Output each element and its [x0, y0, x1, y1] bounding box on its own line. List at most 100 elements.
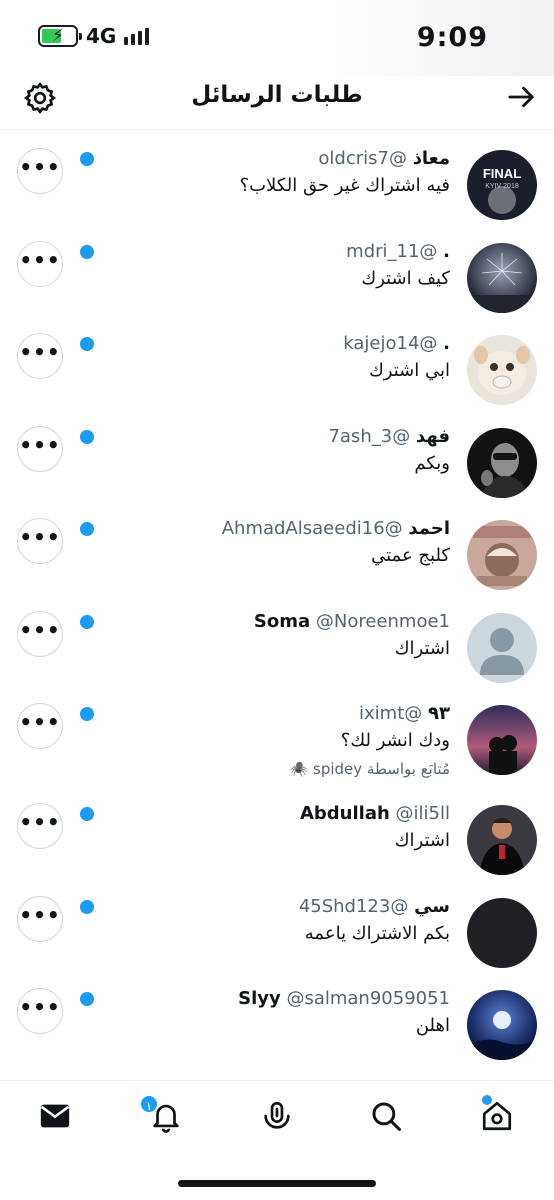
- request-row[interactable]: سي @45Shd123 بكم الاشتراك ياعمه •••: [0, 878, 554, 971]
- more-options-button[interactable]: •••: [17, 333, 63, 379]
- sender-name: .: [443, 333, 450, 354]
- request-row[interactable]: احمد @AhmadAlsaeedi16 كلبج عمتي •••: [0, 500, 554, 593]
- sender-name: Soma: [253, 610, 311, 632]
- status-time: 9:09: [416, 22, 488, 53]
- sender-line: احمد @AhmadAlsaeedi16: [222, 518, 450, 539]
- status-bar: ⚡ 4G 9:09: [0, 0, 554, 76]
- back-arrow-icon[interactable]: [506, 82, 536, 112]
- more-icon: •••: [19, 995, 61, 1019]
- avatar[interactable]: [467, 990, 537, 1060]
- search-icon[interactable]: [369, 1099, 403, 1133]
- svg-text:FINAL: FINAL: [483, 166, 521, 181]
- sender-handle: @iximt: [359, 703, 423, 724]
- more-options-button[interactable]: •••: [17, 988, 63, 1034]
- more-options-button[interactable]: •••: [17, 518, 63, 564]
- message-preview: اشتراك: [394, 830, 450, 851]
- message-preview: اهلن: [415, 1015, 450, 1036]
- sender-name: .: [443, 240, 450, 262]
- sender-handle: @ili5ll: [395, 803, 450, 824]
- message-preview: ابي اشترك: [368, 360, 450, 381]
- avatar[interactable]: [467, 242, 537, 313]
- unread-dot: [80, 152, 94, 166]
- sender-handle: @7ash_3: [328, 425, 411, 447]
- unread-dot: [80, 707, 94, 721]
- unread-dot: [80, 244, 94, 259]
- unread-dot: [80, 522, 94, 536]
- unread-dot: [80, 807, 94, 821]
- sender-line: فهد @7ash_3: [328, 426, 450, 447]
- page-title: طلبات الرسائل: [191, 82, 363, 108]
- sender-name: فهد: [415, 425, 450, 447]
- home-indicator: [178, 1180, 376, 1187]
- sender-handle: @Noreenmoe1: [315, 610, 450, 632]
- more-icon: •••: [19, 525, 61, 549]
- more-options-button[interactable]: •••: [17, 240, 63, 287]
- battery-icon: ⚡: [38, 25, 82, 47]
- avatar[interactable]: [467, 897, 537, 968]
- svg-text:KYIV 2018: KYIV 2018: [485, 183, 519, 190]
- more-icon: •••: [19, 617, 61, 642]
- sender-line: Abdullah @ili5ll: [300, 803, 450, 824]
- avatar[interactable]: [467, 520, 537, 590]
- status-indicators: ⚡ 4G: [38, 24, 150, 48]
- mail-icon[interactable]: [38, 1099, 72, 1133]
- sender-handle: @mdri_11: [346, 240, 438, 262]
- sender-handle: @salman9059051: [286, 988, 450, 1009]
- unread-dot: [80, 899, 94, 914]
- sender-handle: @kajejo14: [343, 333, 438, 354]
- sender-name: سي: [414, 895, 450, 917]
- more-options-button[interactable]: •••: [17, 803, 63, 849]
- more-options-button[interactable]: •••: [17, 703, 63, 749]
- sender-name: ٩٣: [428, 703, 450, 724]
- request-row[interactable]: . @kajejo14 ابي اشترك •••: [0, 315, 554, 408]
- request-row[interactable]: ٩٣ @iximt ودك انشر لك؟ مُتابَع بواسطة sp…: [0, 685, 554, 785]
- signal-icon: [124, 27, 150, 45]
- unread-dot: [80, 337, 94, 351]
- sender-name: Slyy: [238, 988, 281, 1009]
- notification-badge: ١: [139, 1094, 159, 1114]
- avatar[interactable]: [467, 805, 537, 875]
- unread-dot: [80, 992, 94, 1006]
- more-icon: •••: [19, 710, 61, 734]
- header: طلبات الرسائل: [0, 76, 554, 128]
- more-options-button[interactable]: •••: [17, 895, 63, 942]
- avatar[interactable]: [467, 705, 537, 775]
- request-row[interactable]: Abdullah @ili5ll اشتراك •••: [0, 785, 554, 878]
- more-icon: •••: [19, 340, 61, 364]
- more-options-button[interactable]: •••: [17, 425, 63, 472]
- message-requests-list: FINAL KYIV 2018 معاذ @oldcris7 فيه اشترا…: [0, 130, 554, 1063]
- sender-line: معاذ @oldcris7: [318, 148, 450, 169]
- avatar[interactable]: [467, 612, 537, 683]
- message-preview: وبكم: [414, 452, 450, 474]
- sender-line: . @mdri_11: [346, 241, 450, 262]
- spaces-icon[interactable]: [260, 1099, 294, 1133]
- sender-line: سي @45Shd123: [299, 896, 450, 917]
- sender-name: احمد: [408, 518, 450, 539]
- message-preview: كلبج عمتي: [371, 545, 450, 566]
- sender-name: معاذ: [412, 148, 450, 169]
- sender-name: Abdullah: [299, 803, 390, 824]
- message-preview: اشتراك: [394, 637, 450, 659]
- network-label: 4G: [86, 24, 117, 48]
- more-icon: •••: [19, 247, 61, 272]
- more-icon: •••: [19, 902, 61, 927]
- more-icon: •••: [19, 432, 61, 457]
- message-preview: بكم الاشتراك ياعمه: [304, 922, 450, 944]
- request-row[interactable]: . @mdri_11 كيف اشترك •••: [0, 223, 554, 316]
- more-icon: •••: [19, 155, 61, 179]
- avatar[interactable]: [467, 427, 537, 498]
- sender-line: Slyy @salman9059051: [238, 988, 450, 1009]
- sender-handle: @oldcris7: [318, 148, 407, 169]
- avatar[interactable]: [467, 335, 537, 405]
- more-icon: •••: [19, 810, 61, 834]
- request-row[interactable]: FINAL KYIV 2018 معاذ @oldcris7 فيه اشترا…: [0, 130, 554, 223]
- unread-dot: [80, 429, 94, 444]
- home-new-dot: [482, 1095, 492, 1105]
- request-row[interactable]: فهد @7ash_3 وبكم •••: [0, 408, 554, 501]
- request-row[interactable]: Soma @Noreenmoe1 اشتراك •••: [0, 593, 554, 686]
- sender-handle: @AhmadAlsaeedi16: [221, 518, 403, 539]
- avatar[interactable]: FINAL KYIV 2018: [467, 150, 537, 220]
- more-options-button[interactable]: •••: [17, 610, 63, 657]
- request-row[interactable]: Slyy @salman9059051 اهلن •••: [0, 970, 554, 1063]
- more-options-button[interactable]: •••: [17, 148, 63, 194]
